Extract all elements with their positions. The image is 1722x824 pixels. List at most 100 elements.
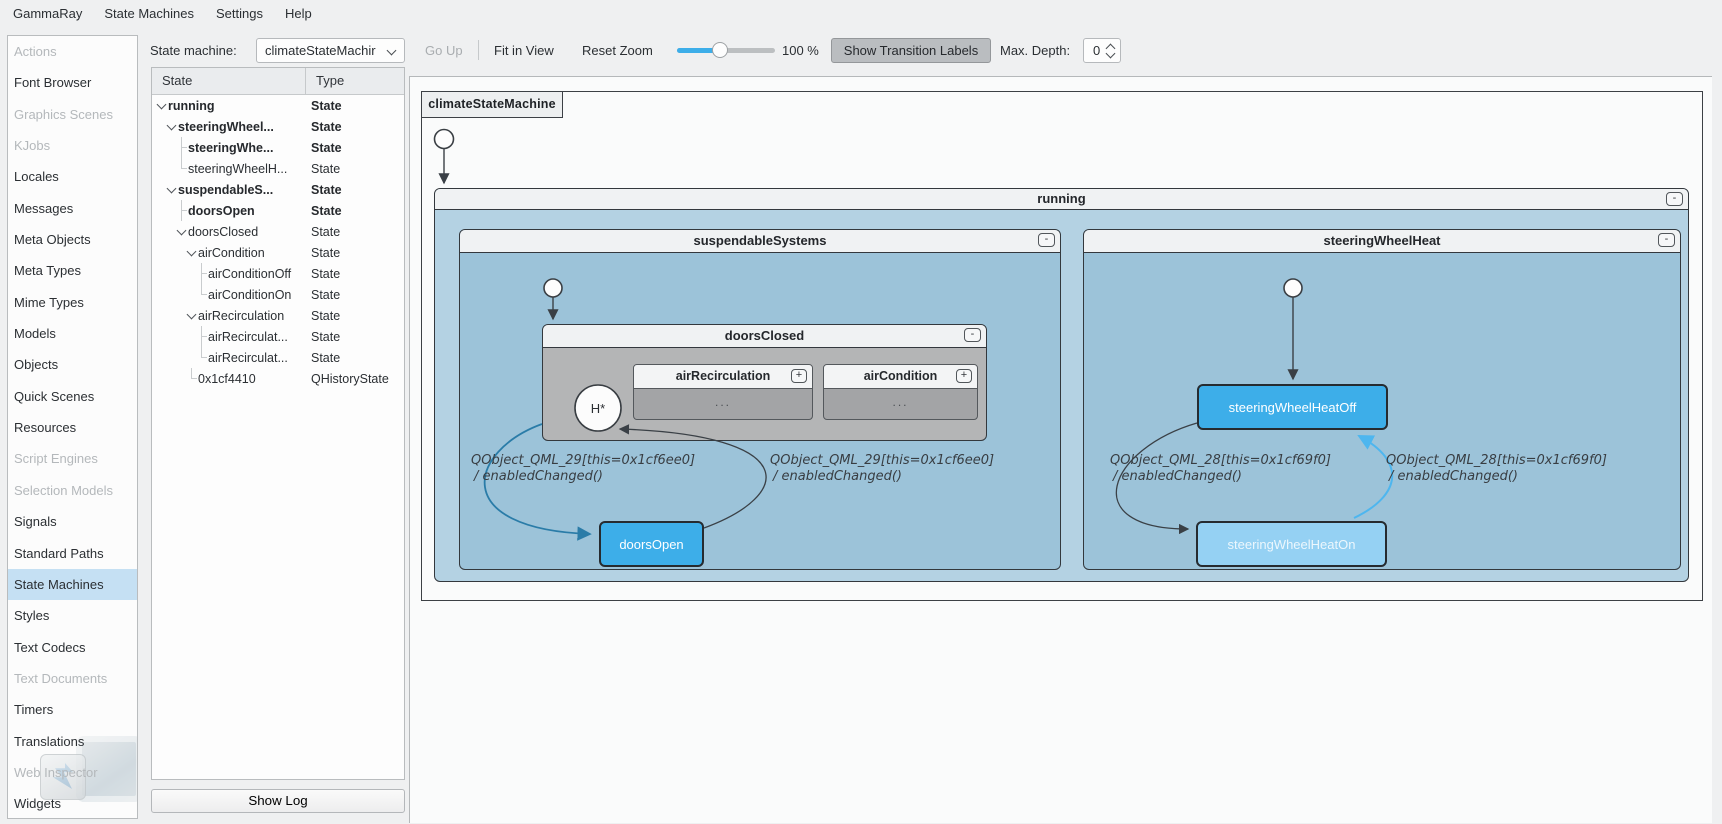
sidebar-item-timers[interactable]: Timers [8, 694, 137, 725]
spin-down-icon[interactable] [1105, 48, 1116, 59]
table-row[interactable]: airConditionOff State [152, 263, 404, 284]
chevron-down-icon[interactable] [176, 221, 188, 242]
sidebar-item-selection-models[interactable]: Selection Models [8, 475, 137, 506]
sidebar-item-signals[interactable]: Signals [8, 506, 137, 537]
slider-fill [677, 48, 715, 53]
state-tree-table: State Type running State steeringWheel..… [151, 67, 405, 780]
sidebar-item-actions[interactable]: Actions [8, 36, 137, 67]
state-machine-combobox[interactable]: climateStateMachir [256, 38, 405, 63]
state-heat-on[interactable]: steeringWheelHeatOn [1196, 521, 1387, 567]
state-type: State [311, 161, 341, 176]
table-row[interactable]: airRecirculat... State [152, 347, 404, 368]
menu-item[interactable]: State Machines [93, 2, 205, 25]
state-name: airConditionOff [208, 266, 292, 281]
sidebar-item-objects[interactable]: Objects [8, 349, 137, 380]
collapsed-content-ellipsis: ... [892, 395, 909, 409]
table-row[interactable]: airRecirculat... State [152, 326, 404, 347]
menu-item[interactable]: Help [274, 2, 323, 25]
sidebar-item-resources[interactable]: Resources [8, 412, 137, 443]
collapse-button[interactable]: - [964, 328, 981, 342]
chevron-down-icon[interactable] [166, 179, 178, 200]
table-row[interactable]: suspendableS... State [152, 179, 404, 200]
state-air-recirculation[interactable]: airRecirculation + ... [633, 364, 813, 420]
sidebar-item-web-inspector[interactable]: Web Inspector [8, 757, 137, 788]
zoom-percent: 100 % [782, 43, 819, 58]
table-row[interactable]: 0x1cf4410 QHistoryState [152, 368, 404, 389]
collapse-button[interactable]: - [1658, 233, 1675, 247]
sidebar-item-quick-scenes[interactable]: Quick Scenes [8, 381, 137, 412]
chevron-down-icon [386, 45, 397, 56]
table-row[interactable]: steeringWheelH... State [152, 158, 404, 179]
table-row[interactable]: airConditionOn State [152, 284, 404, 305]
table-row[interactable]: doorsOpen State [152, 200, 404, 221]
state-climate-machine-title[interactable]: climateStateMachine [421, 91, 563, 118]
chevron-down-icon[interactable] [186, 305, 198, 326]
menubar: GammaRay State Machines Settings Help [0, 0, 1722, 26]
show-log-button[interactable]: Show Log [151, 789, 405, 813]
chevron-down-icon[interactable] [156, 95, 168, 116]
sidebar-item-widgets[interactable]: Widgets [8, 788, 137, 818]
table-row[interactable]: running State [152, 95, 404, 116]
column-header-state[interactable]: State [152, 68, 305, 94]
table-body: running State steeringWheel... State ste… [152, 95, 404, 389]
menu-item[interactable]: GammaRay [2, 2, 93, 25]
table-row[interactable]: doorsClosed State [152, 221, 404, 242]
tree-branch-icon [196, 347, 208, 368]
sidebar-item-text-codecs[interactable]: Text Codecs [8, 632, 137, 663]
state-air-condition-title: airCondition + [824, 365, 977, 389]
sidebar-item-styles[interactable]: Styles [8, 600, 137, 631]
state-name: airRecirculat... [208, 350, 288, 365]
expand-button[interactable]: + [956, 369, 972, 383]
collapse-button[interactable]: - [1038, 233, 1055, 247]
chevron-down-icon[interactable] [186, 242, 198, 263]
table-row[interactable]: airCondition State [152, 242, 404, 263]
sidebar-item-mime-types[interactable]: Mime Types [8, 287, 137, 318]
sidebar-item-kjobs[interactable]: KJobs [8, 130, 137, 161]
tree-branch-icon [196, 284, 208, 305]
fit-in-view-button[interactable]: Fit in View [494, 43, 554, 58]
sidebar-item-models[interactable]: Models [8, 318, 137, 349]
state-type: State [311, 308, 341, 323]
slider-handle[interactable] [712, 42, 728, 58]
sidebar-item-text-documents[interactable]: Text Documents [8, 663, 137, 694]
spinbox-value: 0 [1093, 43, 1101, 58]
sidebar-item-meta-types[interactable]: Meta Types [8, 255, 137, 286]
sidebar-item-script-engines[interactable]: Script Engines [8, 443, 137, 474]
collapsed-content-ellipsis: ... [714, 395, 731, 409]
state-suspendable-title: suspendableSystems - [460, 230, 1060, 253]
tree-branch-icon [176, 137, 188, 158]
column-header-type[interactable]: Type [305, 68, 404, 94]
go-up-button[interactable]: Go Up [425, 43, 463, 58]
zoom-slider[interactable] [677, 38, 775, 62]
state-name: airRecirculation [198, 308, 285, 323]
state-steering-title: steeringWheelHeat - [1084, 230, 1680, 253]
state-doors-open[interactable]: doorsOpen [599, 521, 704, 567]
reset-zoom-button[interactable]: Reset Zoom [582, 43, 653, 58]
sidebar-item-translations[interactable]: Translations [8, 726, 137, 757]
state-heat-off[interactable]: steeringWheelHeatOff [1197, 384, 1388, 430]
table-row[interactable]: airRecirculation State [152, 305, 404, 326]
sidebar-item-font-browser[interactable]: Font Browser [8, 67, 137, 98]
sidebar-item-messages[interactable]: Messages [8, 193, 137, 224]
state-air-condition[interactable]: airCondition + ... [823, 364, 978, 420]
sidebar-item-standard-paths[interactable]: Standard Paths [8, 538, 137, 569]
combobox-value: climateStateMachir [265, 43, 376, 58]
sidebar-item-state-machines[interactable]: State Machines [8, 568, 137, 601]
state-name: airConditionOn [208, 287, 292, 302]
tree-branch-icon [176, 158, 188, 179]
sidebar-item-locales[interactable]: Locales [8, 161, 137, 192]
state-name: running [168, 98, 215, 113]
state-name: doorsClosed [188, 224, 259, 239]
sidebar-item-meta-objects[interactable]: Meta Objects [8, 224, 137, 255]
sidebar-item-graphics-scenes[interactable]: Graphics Scenes [8, 99, 137, 130]
max-depth-spinbox[interactable]: 0 [1083, 38, 1121, 63]
show-transition-labels-toggle[interactable]: Show Transition Labels [831, 38, 991, 63]
state-name: suspendableS... [178, 182, 274, 197]
expand-button[interactable]: + [791, 369, 807, 383]
chevron-down-icon[interactable] [166, 116, 178, 137]
menu-item[interactable]: Settings [205, 2, 274, 25]
table-row[interactable]: steeringWheel... State [152, 116, 404, 137]
collapse-button[interactable]: - [1666, 192, 1683, 206]
tree-branch-icon [196, 263, 208, 284]
table-row[interactable]: steeringWhe... State [152, 137, 404, 158]
